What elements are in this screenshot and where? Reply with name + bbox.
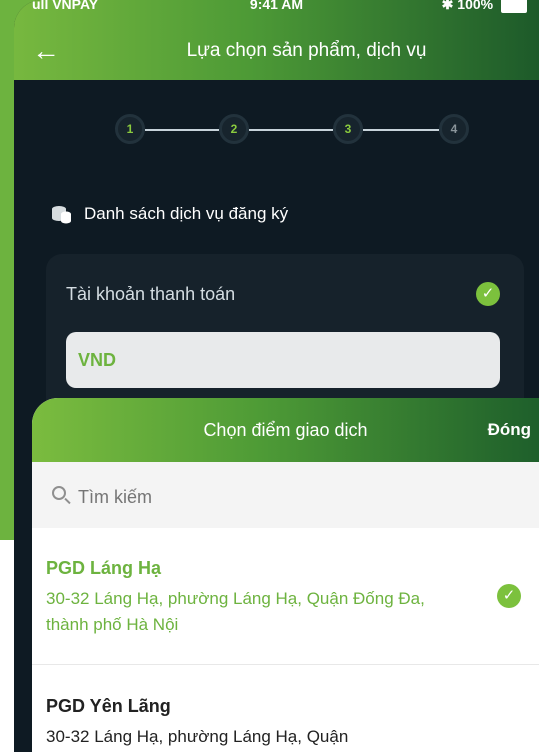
arrow-left-icon: ← (32, 35, 60, 66)
step-3: 3 (333, 114, 363, 144)
step-4: 4 (439, 114, 469, 144)
step-connector (363, 129, 439, 131)
branch-address: 30-32 Láng Hạ, phường Láng Hạ, Quận (46, 727, 349, 746)
status-bar: ull VNPAY 9:41 AM ✱ 100% (14, 0, 539, 18)
branch-address: 30-32 Láng Hạ, phường Láng Hạ, Quận Đống… (46, 589, 425, 634)
battery-percent: 100% (457, 0, 494, 12)
step-2: 2 (219, 114, 249, 144)
branch-item-lang-ha[interactable]: PGD Láng Hạ 30-32 Láng Hạ, phường Láng H… (32, 528, 539, 665)
search-icon (52, 486, 66, 500)
back-button[interactable]: ← (32, 36, 68, 66)
sheet-header: Chọn điểm giao dịch Đóng (32, 398, 539, 462)
battery-icon (501, 0, 527, 14)
search-input[interactable] (76, 480, 500, 514)
screen: ull VNPAY 9:41 AM ✱ 100% ← Lựa chọn sản … (0, 0, 539, 752)
branch-picker-sheet: Chọn điểm giao dịch Đóng PGD Láng Hạ 30-… (32, 398, 539, 752)
account-label: Tài khoản thanh toán (66, 284, 236, 304)
app-header: ull VNPAY 9:41 AM ✱ 100% ← Lựa chọn sản … (14, 0, 539, 80)
sheet-title: Chọn điểm giao dịch (203, 420, 368, 440)
currency-field[interactable]: VND (66, 332, 500, 388)
branch-item-yen-lang[interactable]: PGD Yên Lãng 30-32 Láng Hạ, phường Láng … (32, 665, 539, 752)
step-connector (145, 129, 219, 131)
step-connector (249, 129, 333, 131)
account-card: Tài khoản thanh toán ✓ VND (46, 254, 524, 414)
close-button[interactable]: Đóng (488, 420, 531, 440)
progress-stepper: 1 2 3 4 (14, 110, 539, 150)
search-bar (32, 462, 539, 529)
branch-name: PGD Láng Hạ (46, 558, 162, 578)
services-section-title: Danh sách dịch vụ đăng ký (84, 204, 289, 223)
battery-status: ✱ 100% (441, 0, 527, 14)
step-1: 1 (115, 114, 145, 144)
bluetooth-icon: ✱ (441, 0, 454, 12)
branch-name: PGD Yên Lãng (46, 696, 171, 716)
check-circle-icon: ✓ (497, 584, 521, 608)
coins-icon (52, 206, 71, 224)
page-title: Lựa chọn sản phẩm, dịch vụ (186, 40, 427, 61)
check-circle-icon: ✓ (476, 282, 500, 306)
